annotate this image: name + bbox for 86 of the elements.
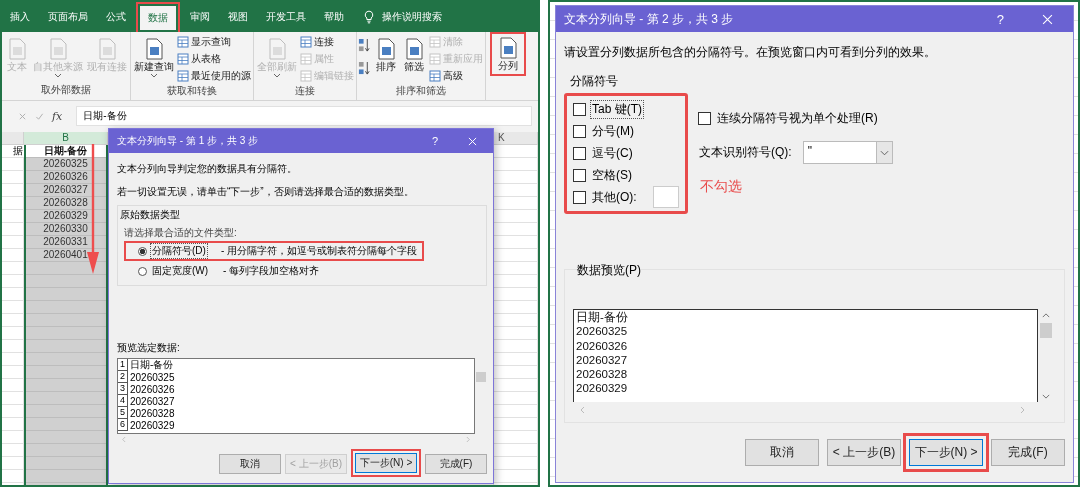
field-label: 文本识别符号(Q): (698, 144, 793, 161)
preview-row-text: 20260329 (576, 381, 629, 396)
ribbon-button[interactable]: 排序 (372, 34, 400, 76)
dialog-button[interactable]: 完成(F) (991, 439, 1065, 466)
checkbox-label[interactable]: 其他(O): (591, 188, 638, 206)
dialog-title: 文本分列向导 - 第 2 步，共 3 步 (564, 10, 735, 28)
group-label: 获取和转换 (166, 84, 218, 98)
preview-row-text: 20260327 (576, 352, 629, 368)
table-cell: 日期-备份 (26, 145, 106, 158)
dialog-title: 文本分列向导 - 第 1 步，共 3 步 (117, 134, 260, 148)
group-label: 分隔符号 (570, 73, 619, 90)
group-label: 排序和筛选 (395, 84, 447, 98)
preview-label: 预览选定数据: (117, 341, 181, 355)
ribbon-tab[interactable]: 审阅 (182, 5, 218, 29)
preview-row: 20260329 (130, 419, 175, 431)
ribbon-button[interactable]: 从表格 (176, 51, 252, 67)
ribbon-tab[interactable]: 公式 (98, 5, 134, 29)
table-cell: 20260326 (26, 171, 106, 184)
group-label: 连接 (294, 84, 316, 98)
option-hint: - 每列字段加空格对齐 (223, 264, 320, 278)
option-label[interactable]: 分隔符号(D) (151, 244, 207, 258)
ribbon-tab[interactable]: 数据 (140, 6, 176, 30)
group-label: 取外部数据 (40, 83, 92, 97)
dialog-button[interactable]: 取消 (745, 439, 819, 466)
ribbon-button[interactable]: 筛选 (400, 34, 428, 76)
preview-row-text: 20260326 (576, 338, 629, 353)
radio-option[interactable]: 固定宽度(W) - 每列字段加空格对齐 (124, 261, 327, 281)
dialog-text: 若一切设置无误，请单击“下一步”，否则请选择最合适的数据类型。 (117, 185, 415, 199)
option-label[interactable]: 固定宽度(W) (151, 264, 210, 278)
row-number: 5 (118, 407, 128, 419)
row-number: 4 (118, 395, 128, 407)
row-number: 1 (118, 359, 128, 371)
tell-me-search[interactable]: 操作说明搜索 (382, 10, 442, 24)
preview-row-text: 20260325 (576, 324, 629, 339)
annotation-text: 不勾选 (700, 178, 743, 196)
dialog-button[interactable]: 下一步(N) > (909, 439, 983, 466)
ribbon-tab[interactable]: 开发工具 (258, 5, 314, 29)
row-number: 2 (118, 371, 128, 383)
preview-row: 日期-备份 (130, 359, 174, 372)
group-label: 原始数据类型 (120, 208, 180, 222)
row-number: 3 (118, 383, 128, 395)
checkbox-label[interactable]: Tab 键(T) (591, 100, 643, 118)
checkbox-label[interactable]: 分号(M) (591, 122, 635, 140)
checkbox-label[interactable]: 空格(S) (591, 166, 633, 184)
dialog-button[interactable]: 下一步(N) > (355, 453, 417, 473)
radio-option[interactable]: 分隔符号(D) - 用分隔字符，如逗号或制表符分隔每个字段 (124, 241, 424, 261)
checkbox-label[interactable]: 逗号(C) (591, 144, 634, 162)
dialog-button[interactable]: 取消 (219, 453, 281, 474)
help-button[interactable]: ? (429, 135, 440, 147)
table-cell: 20260330 (26, 223, 106, 236)
ribbon-button[interactable]: 连接 (299, 34, 355, 50)
preview-row: 20260325 (130, 371, 175, 383)
dialog-text: 文本分列向导判定您的数据具有分隔符。 (117, 162, 298, 176)
insert-function-button[interactable]: fx (52, 109, 63, 123)
group-label: 数据预览(P) (577, 262, 641, 279)
table-cell: 20260327 (26, 184, 106, 197)
dialog-button[interactable]: 完成(F) (425, 453, 487, 474)
ribbon-tab[interactable]: 插入 (2, 5, 38, 29)
column-header[interactable]: B (24, 132, 108, 145)
preview-row-text: 日期-备份 (576, 310, 629, 325)
ribbon-button[interactable]: 新建查询 (132, 34, 176, 81)
ribbon-tab[interactable]: 页面布局 (40, 5, 96, 29)
table-cell: 20260325 (26, 158, 106, 171)
formula-field[interactable]: 日期-备份 (76, 106, 532, 126)
column-header[interactable]: K (494, 132, 538, 145)
preview-row: 20260326 (130, 383, 175, 395)
table-cell: 20260331 (26, 236, 106, 249)
row-number: 6 (118, 419, 128, 431)
ribbon-button[interactable]: 高级 (428, 68, 484, 84)
dialog-text: 请设置分列数据所包含的分隔符号。在预览窗口内可看到分列的效果。 (564, 44, 937, 61)
checkbox-label[interactable]: 连续分隔符号视为单个处理(R) (716, 109, 879, 127)
ribbon-tab[interactable]: 视图 (220, 5, 256, 29)
table-cell: 20260329 (26, 210, 106, 223)
preview-row: 20260327 (130, 395, 175, 407)
preview-row: 20260328 (130, 407, 175, 419)
qualifier-dropdown[interactable]: " (802, 141, 893, 164)
table-cell: 20260328 (26, 197, 106, 210)
ribbon-tab[interactable]: 帮助 (316, 5, 352, 29)
option-hint: - 用分隔字符，如逗号或制表符分隔每个字段 (220, 244, 417, 258)
help-button[interactable]: ? (994, 11, 1006, 27)
ribbon-button[interactable]: 最近使用的源 (176, 68, 252, 84)
ribbon-button[interactable]: 分列 (490, 32, 526, 76)
dialog-button[interactable]: < 上一步(B) (827, 439, 901, 466)
ribbon-button[interactable]: 显示查询 (176, 34, 252, 50)
prompt-text: 请选择最合适的文件类型: (124, 226, 237, 240)
preview-row-text: 20260328 (576, 367, 629, 382)
